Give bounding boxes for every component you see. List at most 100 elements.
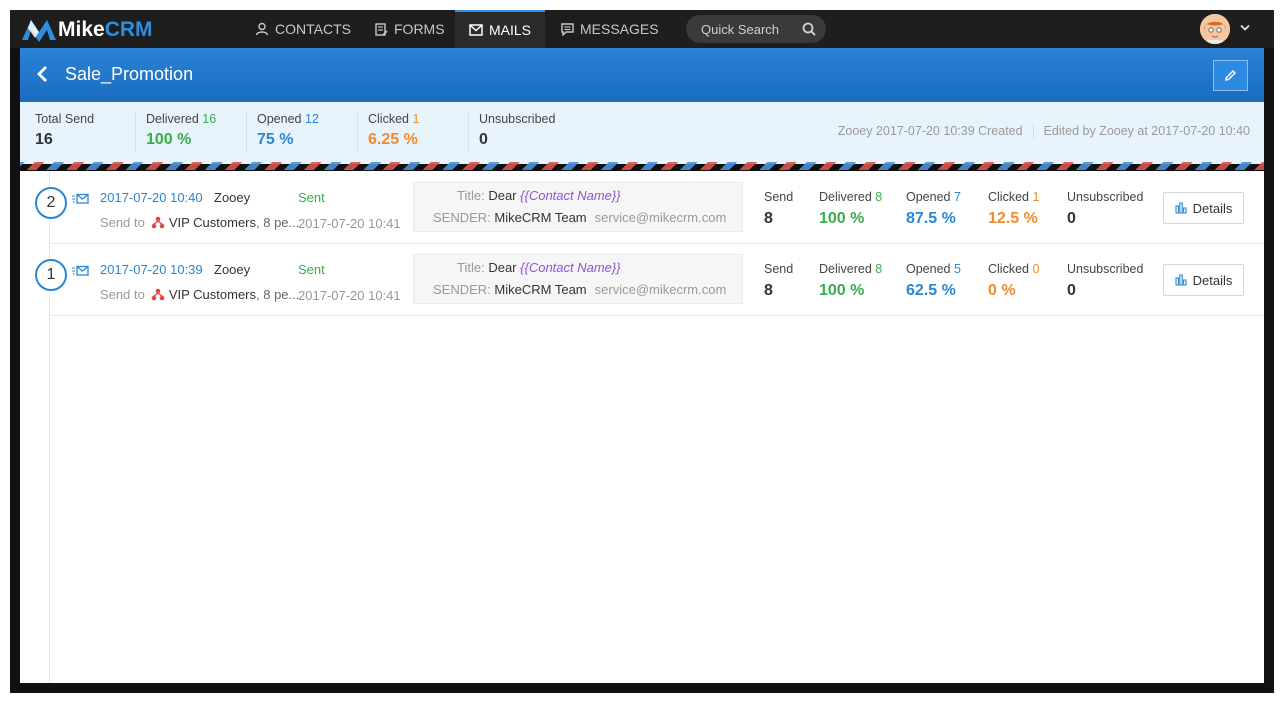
search-input[interactable]: Quick Search	[686, 15, 826, 43]
delivered-stat: Delivered 16 100 %	[146, 112, 216, 154]
pencil-icon	[1225, 70, 1236, 81]
opened-percent: 87.5 %	[906, 210, 956, 227]
campaign-status: Sent	[298, 190, 325, 205]
back-arrow-icon[interactable]	[36, 65, 48, 83]
divider	[135, 112, 136, 152]
title-text: Dear	[488, 260, 517, 275]
campaign-date[interactable]: 2017-07-20 10:40	[100, 190, 203, 205]
send-to: Send to VIP Customers , 8 pe...	[100, 215, 299, 230]
sender-email: service@mikecrm.com	[594, 282, 727, 297]
unsubscribed-label: Unsubscribed	[479, 112, 556, 126]
opened-label: Opened	[906, 190, 951, 204]
total-send-value: 16	[35, 131, 53, 148]
unsubscribed-value: 0	[1067, 282, 1076, 299]
chevron-down-icon[interactable]	[1240, 24, 1250, 32]
clicked-label: Clicked	[988, 262, 1029, 276]
top-nav: Mike CRM CONTACTS FORMS MAILS MESSAGES Qu…	[10, 10, 1274, 48]
unsubscribed-label: Unsubscribed	[1067, 190, 1144, 204]
clicked-percent: 12.5 %	[988, 210, 1038, 227]
page-header: Sale_Promotion	[20, 48, 1264, 102]
recipient-count: , 8 pe...	[256, 215, 300, 230]
recipient-group[interactable]: VIP Customers	[169, 287, 256, 302]
send-label: Send	[764, 190, 794, 204]
send-value: 8	[764, 282, 773, 299]
opened-count: 5	[953, 262, 961, 276]
mikecrm-logo-icon	[22, 20, 56, 42]
title-label: Title:	[457, 260, 485, 275]
delivered-percent: 100 %	[819, 210, 865, 227]
send-to-label: Send to	[100, 215, 145, 230]
sender-label: SENDER:	[433, 210, 491, 225]
mail-sent-icon	[72, 265, 89, 276]
tab-forms[interactable]: FORMS	[375, 10, 445, 48]
unsubscribed-stat: Unsubscribed 0	[479, 112, 555, 154]
brand-name-part1: Mike	[58, 18, 105, 41]
unsubscribed-value: 0	[1067, 210, 1076, 227]
edit-button[interactable]	[1213, 60, 1248, 91]
title-text: Dear	[488, 188, 517, 203]
sender-name: MikeCRM Team	[494, 210, 587, 225]
delivered-label: Delivered	[819, 190, 872, 204]
sent-date: 2017-07-20 10:41	[298, 288, 401, 303]
details-button[interactable]: Details	[1163, 192, 1244, 224]
campaign-index: 1	[35, 259, 67, 291]
avatar[interactable]	[1200, 14, 1230, 44]
campaign-status: Sent	[298, 262, 325, 277]
send-to: Send to VIP Customers , 8 pe...	[100, 287, 299, 302]
created-info: Zooey 2017-07-20 10:39 Created	[838, 124, 1034, 138]
opened-percent: 75 %	[257, 131, 294, 148]
clicked-stat: Clicked 1 6.25 %	[368, 112, 419, 154]
airmail-stripe	[20, 162, 1264, 170]
campaign-date[interactable]: 2017-07-20 10:39	[100, 262, 203, 277]
form-icon	[375, 22, 388, 36]
search-icon[interactable]	[802, 22, 816, 36]
unsubscribed-stat: Unsubscribed 0	[1067, 190, 1143, 228]
tab-contacts[interactable]: CONTACTS	[255, 10, 351, 48]
delivered-count: 8	[875, 262, 883, 276]
sender-label: SENDER:	[433, 282, 491, 297]
search-placeholder: Quick Search	[701, 21, 780, 37]
delivered-label: Delivered	[146, 112, 199, 126]
brand-name-part2: CRM	[104, 18, 153, 41]
opened-label: Opened	[257, 112, 302, 126]
tab-forms-label: FORMS	[394, 21, 445, 37]
recipient-count: , 8 pe...	[256, 287, 300, 302]
unsubscribed-value: 0	[479, 131, 488, 148]
group-icon	[151, 288, 165, 301]
bar-chart-icon	[1175, 274, 1187, 286]
tab-contacts-label: CONTACTS	[275, 21, 351, 37]
delivered-percent: 100 %	[819, 282, 865, 299]
tab-mails[interactable]: MAILS	[455, 10, 545, 48]
divider	[246, 112, 247, 152]
campaign-author: Zooey	[214, 262, 251, 277]
send-to-label: Send to	[100, 287, 145, 302]
page-title: Sale_Promotion	[65, 64, 194, 84]
delivered-count: 8	[875, 190, 883, 204]
unsubscribed-stat: Unsubscribed 0	[1067, 262, 1143, 300]
send-stat: Send 8	[764, 262, 793, 300]
send-label: Send	[764, 262, 794, 276]
merge-tag: {{Contact Name}}	[520, 188, 621, 203]
send-stat: Send 8	[764, 190, 793, 228]
summary-panel: Total Send 16 Delivered 16 100 % Opened …	[20, 102, 1264, 164]
mail-icon	[469, 24, 483, 36]
title-label: Title:	[457, 188, 485, 203]
delivered-count: 16	[202, 112, 217, 126]
opened-stat: Opened 5 62.5 %	[906, 262, 961, 300]
campaign-row: 2 2017-07-20 10:40 Zooey Sent Send to VI…	[35, 172, 1264, 244]
campaign-row: 1 2017-07-20 10:39 Zooey Sent Send to VI…	[35, 244, 1264, 316]
details-button[interactable]: Details	[1163, 264, 1244, 296]
delivered-stat: Delivered 8 100 %	[819, 262, 882, 300]
edited-info: Edited by Zooey at 2017-07-20 10:40	[1043, 124, 1250, 138]
tab-messages[interactable]: MESSAGES	[561, 10, 659, 48]
unsubscribed-label: Unsubscribed	[1067, 262, 1144, 276]
clicked-stat: Clicked 1 12.5 %	[988, 190, 1039, 228]
delivered-label: Delivered	[819, 262, 872, 276]
recipient-group[interactable]: VIP Customers	[169, 215, 256, 230]
audit-info: Zooey 2017-07-20 10:39 Created Edited by…	[838, 124, 1250, 138]
mail-sent-icon	[72, 193, 89, 204]
divider	[468, 112, 469, 152]
logo[interactable]: Mike CRM	[22, 17, 153, 43]
opened-stat: Opened 12 75 %	[257, 112, 319, 154]
clicked-stat: Clicked 0 0 %	[988, 262, 1039, 300]
